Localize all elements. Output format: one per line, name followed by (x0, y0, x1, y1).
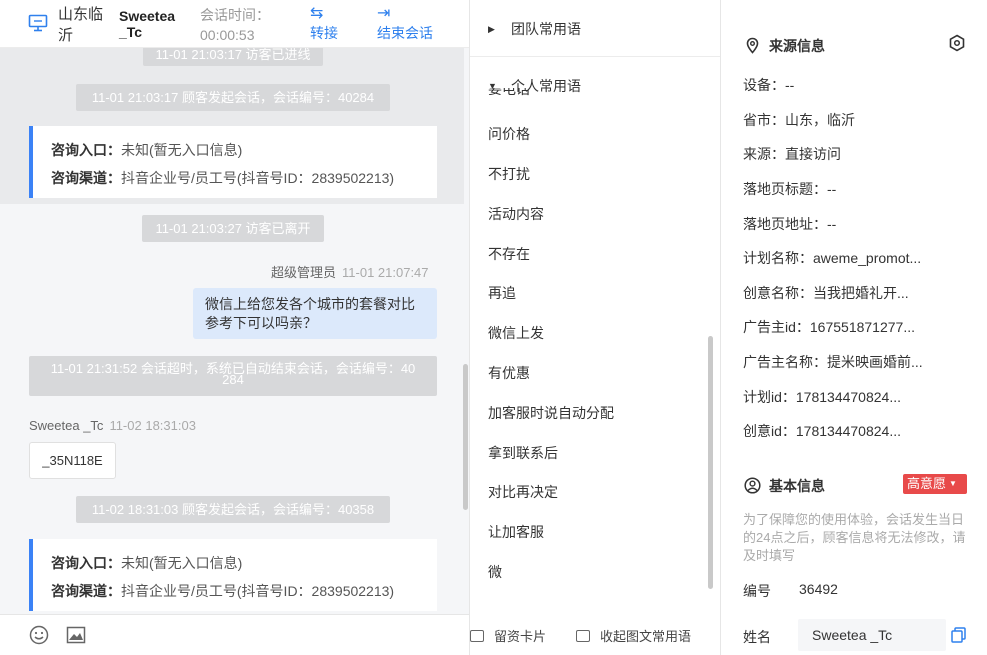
chat-panel: 山东临沂 Sweetea _Tc 会话时间： 00:00:53 ⇆ 转接 ⇥ 结… (0, 0, 470, 655)
phrases-panel: ▶ 团队常用语 ▼ 个人常用语 要电话 问价格 不打扰 活动内容 不存在 再追 微信… (470, 0, 721, 655)
session-time-label: 会话时间： (200, 7, 270, 23)
phrase-item[interactable]: 再追 (488, 283, 516, 303)
location-pin-icon (746, 37, 759, 54)
agent-message-bubble: 微信上给您发各个城市的套餐对比参考下可以吗亲？ (193, 288, 437, 339)
entry-info-card: 咨询入口：未知(暂无入口信息) 咨询渠道：抖音企业号/员工号(抖音号ID：283… (29, 539, 437, 611)
visitor-location: 山东临沂 (58, 6, 104, 44)
phrase-item[interactable]: 让加客服 (488, 522, 544, 542)
text-card-icon (576, 630, 590, 642)
session-time: 00:00:53 (200, 27, 255, 43)
chat-scrollbar[interactable] (463, 364, 468, 510)
phrase-item[interactable]: 对比再决定 (488, 482, 558, 502)
message-time: 11-01 21:07:47 (342, 265, 429, 280)
settings-icon[interactable] (948, 34, 966, 52)
end-session-button[interactable]: ⇥ 结束会话 (377, 4, 433, 43)
lead-card-button[interactable]: 留资卡片 (470, 626, 546, 645)
source-row: 来源：直接访问 (743, 146, 841, 162)
visitor-info-panel: 来源信息 设备：-- 省市：山东，临沂 来源：直接访问 落地页标题：-- 落地页… (722, 0, 987, 655)
transfer-label: 转接 (310, 25, 338, 41)
system-message: 11-02 18:31:03 顾客发起会话，会话编号：40358 (76, 496, 390, 523)
card-entry-row: 咨询入口：未知(暂无入口信息) (51, 555, 243, 571)
edit-notice: 为了保障您的使用体验，会话发生当日的24点之后，顾客信息将无法修改，请及时填写 (743, 512, 966, 563)
phrase-item[interactable]: 微信上发 (488, 323, 544, 343)
advertiser-name-row: 广告主名称：提米映画婚前... (743, 354, 923, 370)
phrase-item[interactable]: 微 (488, 562, 502, 582)
visitor-name: Sweetea _Tc (119, 8, 176, 40)
number-value: 36492 (799, 581, 838, 597)
creative-id-row: 创意id：178134470824... (743, 423, 901, 439)
phrase-item[interactable]: 不存在 (488, 244, 530, 264)
plan-name-row: 计划名称：aweme_promot... (743, 250, 922, 266)
agent-message-meta: 超级管理员 11-01 21:07:47 (271, 262, 429, 281)
user-icon (744, 477, 761, 494)
agent-name: 超级管理员 (271, 265, 337, 280)
system-message: 11-01 21:03:27 访客已离开 (142, 215, 324, 242)
copy-icon[interactable] (951, 627, 966, 643)
advertiser-id-row: 广告主id：167551871277... (743, 319, 915, 335)
image-icon[interactable] (66, 625, 86, 645)
team-phrases-group[interactable]: ▶ 团队常用语 (488, 19, 581, 39)
phrase-item-partial[interactable]: 要电话 (488, 88, 548, 100)
phrase-item[interactable]: 拿到联系后 (488, 443, 558, 463)
system-message: 11-01 21:03:17 顾客发起会话，会话编号：40284 (76, 84, 390, 111)
chat-messages[interactable]: 11-01 21:03:17 访客已进线 11-01 21:03:17 顾客发起… (0, 48, 469, 614)
chat-header: 山东临沂 Sweetea _Tc 会话时间： 00:00:53 ⇆ 转接 ⇥ 结… (0, 0, 469, 48)
system-message-timeout: 11-01 21:31:52 会话超时，系统已自动结束会话，会话编号：40 28… (29, 356, 437, 396)
caret-down-icon: ▼ (949, 479, 957, 488)
caret-right-icon: ▶ (488, 24, 495, 34)
phrase-item[interactable]: 加客服时说自动分配 (488, 403, 614, 423)
collapse-phrases-button[interactable]: 收起图文常用语 (576, 626, 691, 645)
intent-tag-dropdown[interactable]: 高意愿 ▼ (903, 474, 967, 494)
plan-id-row: 计划id：178134470824... (743, 389, 901, 405)
monitor-icon (28, 14, 48, 32)
card-channel-row: 咨询渠道：抖音企业号/员工号(抖音号ID：2839502213) (51, 170, 395, 186)
landing-url-row: 落地页地址：-- (743, 216, 837, 232)
visitor-message-bubble: _35N118E (29, 442, 116, 479)
device-row: 设备：-- (743, 77, 795, 93)
entry-info-card: 咨询入口：未知(暂无入口信息) 咨询渠道：抖音企业号/员工号(抖音号ID：283… (29, 126, 437, 198)
phrases-scrollbar[interactable] (708, 336, 713, 589)
phrase-item[interactable]: 不打扰 (488, 164, 530, 184)
creative-name-row: 创意名称：当我把婚礼开... (743, 285, 909, 301)
divider (470, 56, 720, 57)
visitor-message-meta: Sweetea _Tc 11-02 18:31:03 (29, 418, 196, 433)
name-label: 姓名 (743, 629, 771, 645)
phrase-item[interactable]: 活动内容 (488, 204, 544, 224)
province-row: 省市：山东，临沂 (743, 112, 855, 128)
emoji-icon[interactable] (29, 625, 49, 645)
name-field[interactable] (798, 619, 946, 651)
card-channel-row: 咨询渠道：抖音企业号/员工号(抖音号ID：2839502213) (51, 583, 395, 599)
visitor-name: Sweetea _Tc (29, 418, 104, 433)
system-message: 11-01 21:03:17 访客已进线 (143, 48, 323, 66)
exit-icon: ⇥ (377, 5, 391, 22)
phrase-item[interactable]: 问价格 (488, 124, 530, 144)
transfer-button[interactable]: ⇆ 转接 (310, 4, 338, 43)
transfer-icon: ⇆ (310, 5, 324, 22)
end-session-label: 结束会话 (377, 25, 433, 41)
landing-title-row: 落地页标题：-- (743, 181, 837, 197)
chat-toolbar: 留资卡片 (0, 614, 469, 655)
card-icon (470, 630, 484, 642)
phrase-item[interactable]: 有优惠 (488, 363, 530, 383)
message-time: 11-02 18:31:03 (109, 418, 196, 433)
number-label: 编号 (743, 583, 771, 599)
source-info-title: 来源信息 (744, 36, 825, 56)
card-entry-row: 咨询入口：未知(暂无入口信息) (51, 142, 243, 158)
basic-info-title: 基本信息 (744, 476, 825, 496)
